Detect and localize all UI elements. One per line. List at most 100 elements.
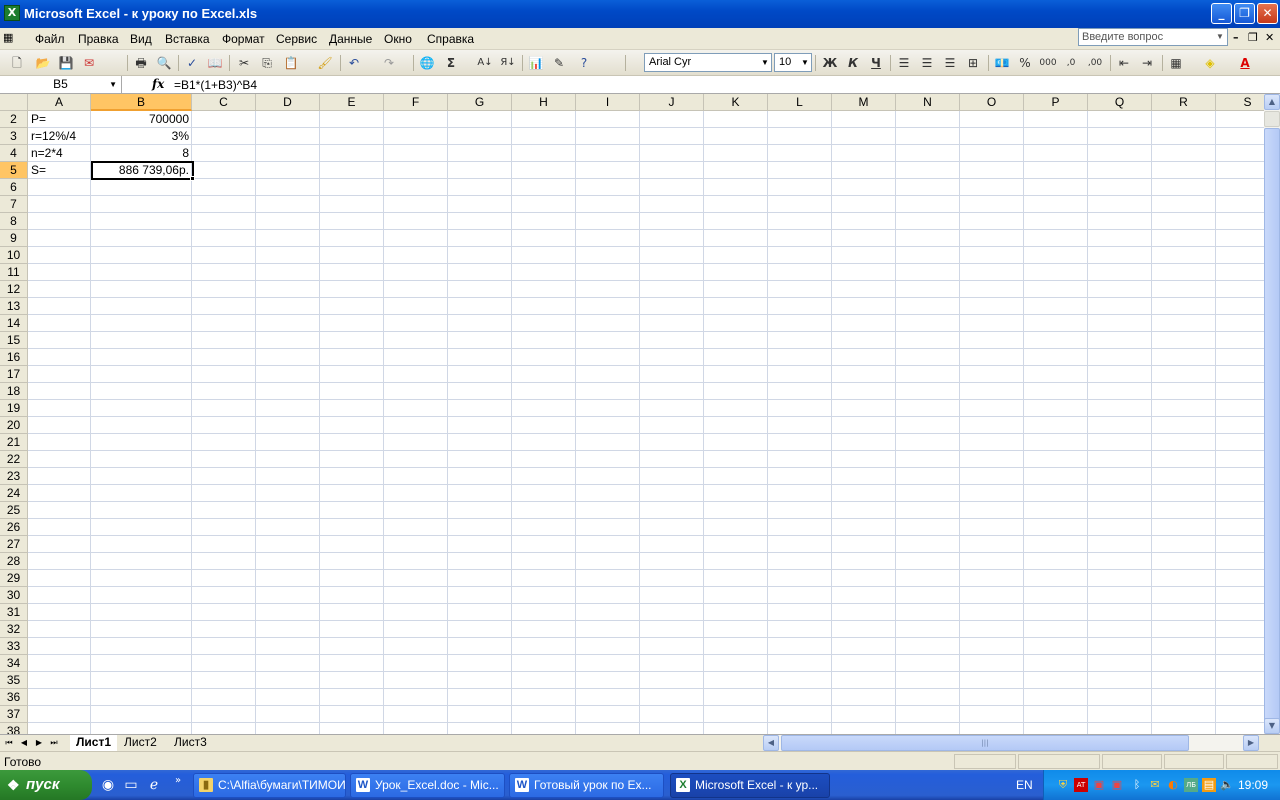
select-all-corner[interactable] bbox=[0, 94, 28, 111]
function-icon[interactable]: fx bbox=[152, 77, 164, 91]
column-header-C[interactable]: C bbox=[192, 94, 256, 111]
font-color-icon[interactable]: A bbox=[1236, 54, 1254, 72]
column-header-L[interactable]: L bbox=[768, 94, 832, 111]
cell-A2[interactable]: P= bbox=[28, 111, 91, 128]
row-header-16[interactable]: 16 bbox=[0, 349, 28, 366]
chevron-down-icon[interactable]: ▼ bbox=[759, 54, 771, 71]
column-header-K[interactable]: K bbox=[704, 94, 768, 111]
menu-format[interactable]: Формат bbox=[222, 32, 265, 46]
row-header-38[interactable]: 38 bbox=[0, 723, 28, 734]
excel-app-icon[interactable]: X bbox=[4, 5, 20, 21]
underline-button[interactable]: Ч bbox=[867, 54, 885, 72]
help-search-input[interactable]: Введите вопрос ▼ bbox=[1078, 28, 1228, 46]
row-header-24[interactable]: 24 bbox=[0, 485, 28, 502]
menu-edit[interactable]: Правка bbox=[78, 32, 119, 46]
autosum-icon[interactable]: Σ bbox=[442, 54, 460, 72]
scroll-right-icon[interactable]: ▶ bbox=[1243, 735, 1259, 751]
scroll-down-icon[interactable]: ▼ bbox=[1264, 718, 1280, 734]
spelling-icon[interactable]: ✓ bbox=[183, 54, 201, 72]
row-header-31[interactable]: 31 bbox=[0, 604, 28, 621]
row-header-25[interactable]: 25 bbox=[0, 502, 28, 519]
task-word-ready[interactable]: W Готовый урок по Ex... bbox=[509, 773, 664, 798]
new-icon[interactable]: 🗋 bbox=[8, 54, 26, 72]
decrease-indent-icon[interactable]: ⇤ bbox=[1115, 54, 1133, 72]
chevron-down-icon[interactable]: ▼ bbox=[1214, 30, 1226, 44]
increase-indent-icon[interactable]: ⇥ bbox=[1138, 54, 1156, 72]
next-sheet-icon[interactable]: ▶ bbox=[33, 736, 45, 750]
scroll-left-icon[interactable]: ◀ bbox=[763, 735, 779, 751]
column-header-S[interactable]: S bbox=[1216, 94, 1264, 111]
cell-A5[interactable]: S= bbox=[28, 162, 91, 179]
show-desktop-icon[interactable]: ▭ bbox=[122, 776, 140, 794]
formula-input[interactable]: =B1*(1+B3)^B4 bbox=[174, 78, 257, 92]
chrome-icon[interactable]: ◉ bbox=[99, 776, 117, 794]
row-header-34[interactable]: 34 bbox=[0, 655, 28, 672]
task-word-lesson[interactable]: W Урок_Excel.doc - Mic... bbox=[350, 773, 505, 798]
row-header-9[interactable]: 9 bbox=[0, 230, 28, 247]
column-header-Q[interactable]: Q bbox=[1088, 94, 1152, 111]
menu-insert[interactable]: Вставка bbox=[165, 32, 210, 46]
row-header-33[interactable]: 33 bbox=[0, 638, 28, 655]
merge-center-icon[interactable]: ⊞ bbox=[964, 54, 982, 72]
row-header-32[interactable]: 32 bbox=[0, 621, 28, 638]
row-header-18[interactable]: 18 bbox=[0, 383, 28, 400]
menu-window[interactable]: Окно bbox=[384, 32, 412, 46]
network2-icon[interactable]: ▣ bbox=[1110, 778, 1124, 792]
row-header-11[interactable]: 11 bbox=[0, 264, 28, 281]
task-excel[interactable]: X Microsoft Excel - к ур... bbox=[670, 773, 830, 798]
chart-wizard-icon[interactable]: 📊 bbox=[527, 54, 545, 72]
tab-list1[interactable]: Лист1 bbox=[70, 735, 118, 751]
row-header-6[interactable]: 6 bbox=[0, 179, 28, 196]
internet-explorer-icon[interactable]: ℯ bbox=[145, 776, 163, 794]
menu-view[interactable]: Вид bbox=[130, 32, 152, 46]
antivirus-icon[interactable]: AT bbox=[1074, 778, 1088, 792]
bold-button[interactable]: Ж bbox=[821, 54, 839, 72]
menu-tools[interactable]: Сервис bbox=[276, 32, 317, 46]
row-header-13[interactable]: 13 bbox=[0, 298, 28, 315]
security-shield-icon[interactable]: ⛨ bbox=[1056, 778, 1070, 792]
column-header-E[interactable]: E bbox=[320, 94, 384, 111]
column-header-H[interactable]: H bbox=[512, 94, 576, 111]
undo-icon[interactable]: ↶ bbox=[345, 54, 363, 72]
chevron-down-icon[interactable]: ▼ bbox=[799, 54, 811, 71]
thousands-button[interactable]: 000 bbox=[1039, 54, 1057, 72]
help-icon[interactable]: ? bbox=[575, 54, 593, 72]
row-header-14[interactable]: 14 bbox=[0, 315, 28, 332]
align-left-icon[interactable]: ☰ bbox=[895, 54, 913, 72]
horizontal-scrollbar[interactable]: ◀ ||| ▶ bbox=[763, 735, 1259, 751]
align-center-icon[interactable]: ☰ bbox=[918, 54, 936, 72]
save-icon[interactable]: 💾 bbox=[57, 54, 75, 72]
cell-A3[interactable]: r=12%/4 bbox=[28, 128, 91, 145]
maximize-button[interactable]: ❐ bbox=[1234, 3, 1255, 24]
row-header-5[interactable]: 5 bbox=[0, 162, 28, 179]
row-header-21[interactable]: 21 bbox=[0, 434, 28, 451]
research-icon[interactable]: 📖 bbox=[206, 54, 224, 72]
hyperlink-icon[interactable]: 🌐 bbox=[418, 54, 436, 72]
row-header-35[interactable]: 35 bbox=[0, 672, 28, 689]
row-header-20[interactable]: 20 bbox=[0, 417, 28, 434]
title-bar[interactable]: X Microsoft Excel - к уроку по Excel.xls… bbox=[0, 0, 1280, 28]
network-icon[interactable]: ▣ bbox=[1092, 778, 1106, 792]
cut-icon[interactable]: ✂ bbox=[235, 54, 253, 72]
row-header-28[interactable]: 28 bbox=[0, 553, 28, 570]
close-button[interactable]: ✕ bbox=[1257, 3, 1278, 24]
print-preview-icon[interactable]: 🔍 bbox=[155, 54, 173, 72]
row-header-22[interactable]: 22 bbox=[0, 451, 28, 468]
split-box[interactable] bbox=[1264, 111, 1280, 127]
language-indicator[interactable]: EN bbox=[1016, 778, 1033, 792]
currency-icon[interactable]: 💶 bbox=[993, 54, 1011, 72]
doc-restore-button[interactable]: ❐ bbox=[1248, 31, 1258, 44]
workbook-icon[interactable]: ▦ bbox=[3, 31, 23, 47]
vertical-scrollbar[interactable]: ▲ ▼ bbox=[1264, 94, 1280, 734]
column-header-I[interactable]: I bbox=[576, 94, 640, 111]
decrease-decimal-icon[interactable]: ,00 bbox=[1086, 54, 1104, 72]
sort-ascending-icon[interactable]: A↓ bbox=[476, 54, 494, 72]
horizontal-scroll-thumb[interactable]: ||| bbox=[781, 735, 1189, 751]
column-header-P[interactable]: P bbox=[1024, 94, 1088, 111]
tab-list2[interactable]: Лист2 bbox=[118, 735, 163, 751]
borders-icon[interactable]: ▦ bbox=[1167, 54, 1185, 72]
cell-A4[interactable]: n=2*4 bbox=[28, 145, 91, 162]
column-header-M[interactable]: M bbox=[832, 94, 896, 111]
scroll-up-icon[interactable]: ▲ bbox=[1264, 94, 1280, 110]
drawing-icon[interactable]: ✎ bbox=[550, 54, 568, 72]
